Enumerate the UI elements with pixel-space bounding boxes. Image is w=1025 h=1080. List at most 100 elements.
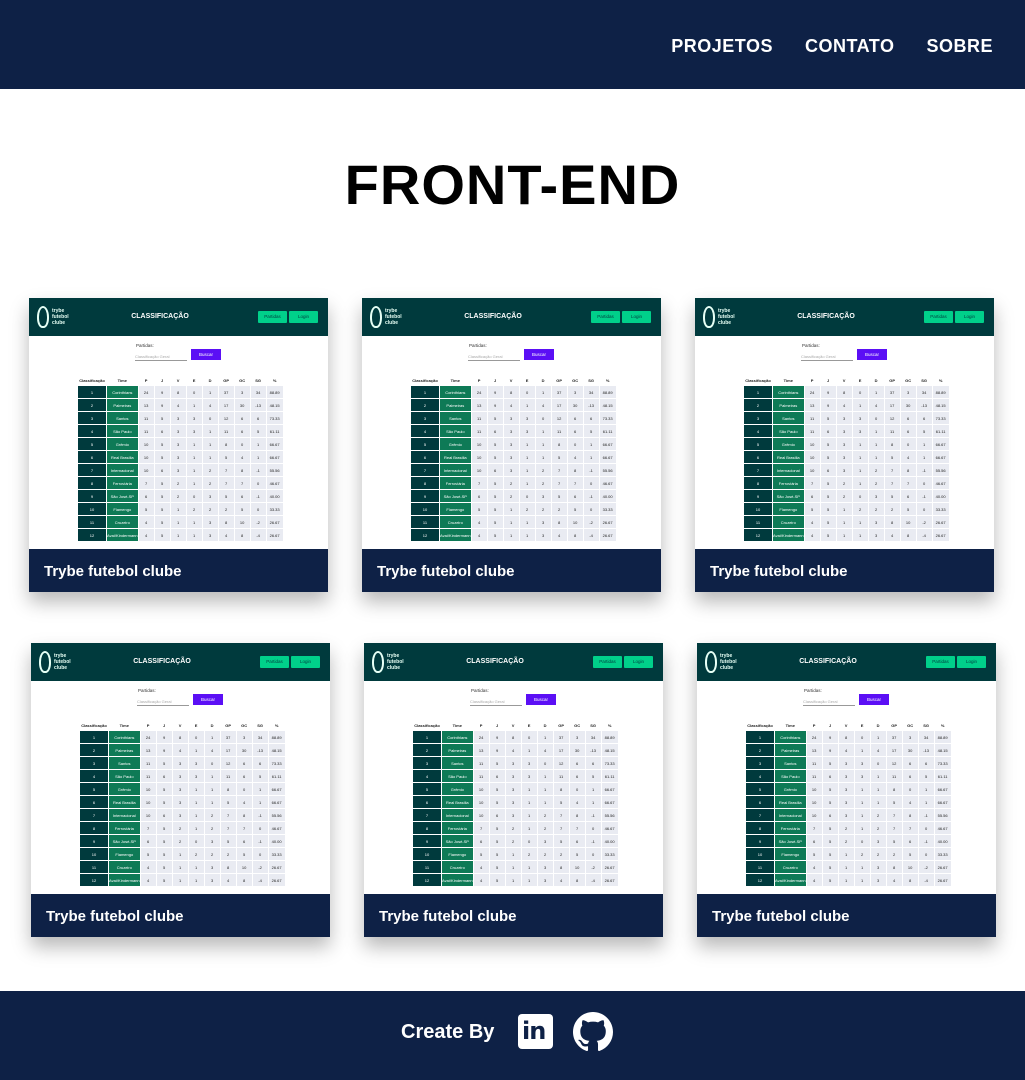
preview-stat-cell: 33.33 (932, 503, 949, 515)
preview-stat-cell: 0 (583, 477, 599, 489)
preview-column-header: D (874, 378, 878, 383)
preview-stat-cell: 66.67 (268, 796, 285, 808)
preview-team-cell: Flamengo (440, 503, 471, 515)
preview-team-cell: Corinthians (775, 731, 806, 743)
preview-stat-cell: 6 (820, 425, 836, 437)
preview-column-header: % (938, 378, 943, 383)
preview-stat-cell: 2 (838, 822, 854, 834)
preview-stat-cell: 3 (537, 874, 553, 886)
preview-stat-cell: 5 (553, 796, 569, 808)
preview-stat-cell: 6 (156, 809, 172, 821)
preview-stat-cell: 1 (186, 477, 202, 489)
preview-stat-cell: 5 (154, 529, 170, 541)
preview-stat-cell: 4 (218, 529, 234, 541)
project-preview-image: trybe futebol clube CLASSIFICAÇÃO Partid… (364, 643, 663, 894)
preview-stat-cell: -4 (583, 529, 599, 541)
github-icon[interactable] (573, 1012, 613, 1052)
preview-rank-cell: 3 (411, 412, 439, 424)
project-card[interactable]: trybe futebol clube CLASSIFICAÇÃO Partid… (29, 298, 328, 592)
preview-column-header: D (543, 723, 547, 728)
project-card[interactable]: trybe futebol clube CLASSIFICAÇÃO Partid… (362, 298, 661, 592)
preview-rank-cell: 7 (744, 464, 772, 476)
preview-column-header: Classificação (79, 378, 105, 383)
preview-stat-cell: 2 (870, 822, 886, 834)
preview-stat-cell: 40.00 (932, 490, 949, 502)
preview-stat-cell: 10 (473, 783, 489, 795)
preview-stat-cell: 0 (902, 783, 918, 795)
preview-stat-cell: 33.33 (268, 848, 285, 860)
preview-stat-cell: 6 (822, 809, 838, 821)
preview-column-header: Time (783, 378, 793, 383)
preview-stat-cell: 11 (138, 425, 154, 437)
preview-stat-cell: 2 (202, 464, 218, 476)
preview-table-row: 12 Avaí/Kindermann 4 5 1 1 3 4 8 -4 26.67 (411, 529, 616, 541)
preview-column-header: GC (574, 723, 581, 728)
preview-stat-cell: 9 (154, 386, 170, 398)
preview-team-cell: Internacional (442, 809, 473, 821)
preview-stat-cell: -4 (250, 529, 266, 541)
preview-logo-line: clube (720, 665, 734, 671)
preview-stat-cell: 1 (172, 848, 188, 860)
preview-column-header: GC (907, 723, 914, 728)
preview-stat-cell: 26.67 (268, 874, 285, 886)
preview-stat-cell: 1 (521, 874, 537, 886)
preview-stat-cell: 5 (154, 412, 170, 424)
preview-stat-cell: 1 (186, 399, 202, 411)
preview-stat-cell: 9 (822, 731, 838, 743)
preview-stat-cell: 5 (820, 490, 836, 502)
preview-stat-cell: 26.67 (601, 874, 618, 886)
preview-stat-cell: 8 (567, 529, 583, 541)
preview-stat-cell: 4 (836, 399, 852, 411)
preview-table-row: 4 São Paulo 11 6 3 3 1 11 6 5 61.11 (413, 770, 618, 782)
preview-stat-cell: 4 (236, 796, 252, 808)
preview-stat-cell: 1 (188, 874, 204, 886)
preview-stat-cell: 8 (836, 386, 852, 398)
preview-stat-cell: 6 (236, 835, 252, 847)
preview-stat-cell: 2 (852, 503, 868, 515)
preview-stat-cell: 4 (806, 874, 822, 886)
nav-projetos-link[interactable]: PROJETOS (671, 36, 773, 57)
preview-stat-cell: 1 (535, 438, 551, 450)
preview-column-header: P (144, 378, 148, 383)
project-card[interactable]: trybe futebol clube CLASSIFICAÇÃO Partid… (31, 643, 330, 937)
preview-rank-cell: 9 (413, 835, 441, 847)
preview-stat-cell: 2 (521, 848, 537, 860)
project-card[interactable]: trybe futebol clube CLASSIFICAÇÃO Partid… (695, 298, 994, 592)
preview-stat-cell: 2 (204, 848, 220, 860)
preview-stat-cell: 1 (535, 425, 551, 437)
nav-contato-link[interactable]: CONTATO (805, 36, 895, 57)
preview-stat-cell: 1 (854, 822, 870, 834)
preview-stat-cell: 5 (902, 848, 918, 860)
project-card[interactable]: trybe futebol clube CLASSIFICAÇÃO Partid… (697, 643, 996, 937)
preview-stat-cell: 3 (170, 451, 186, 463)
preview-team-cell: Cruzeiro (775, 861, 806, 873)
preview-stat-cell: 30 (567, 399, 583, 411)
preview-stat-cell: 17 (884, 399, 900, 411)
preview-stat-cell: -1 (916, 464, 932, 476)
preview-team-cell: Grêmio (109, 783, 140, 795)
preview-stat-cell: -13 (585, 744, 601, 756)
preview-stat-cell: 0 (868, 412, 884, 424)
preview-stat-cell: 3 (838, 757, 854, 769)
preview-stat-cell: 1 (868, 438, 884, 450)
preview-stat-cell: 88.89 (268, 731, 285, 743)
preview-stat-cell: 61.11 (599, 425, 616, 437)
project-card[interactable]: trybe futebol clube CLASSIFICAÇÃO Partid… (364, 643, 663, 937)
linkedin-icon[interactable]: in (518, 1014, 553, 1049)
preview-stat-cell: 1 (186, 464, 202, 476)
preview-stat-cell: 11 (473, 757, 489, 769)
nav-sobre-link[interactable]: SOBRE (926, 36, 993, 57)
preview-stat-cell: 55.56 (266, 464, 283, 476)
preview-stat-cell: 6 (569, 757, 585, 769)
preview-stat-cell: -1 (252, 835, 268, 847)
preview-column-header: GC (572, 378, 579, 383)
preview-stat-cell: 1 (186, 516, 202, 528)
preview-stat-cell: 46.67 (932, 477, 949, 489)
preview-stat-cell: 33.33 (599, 503, 616, 515)
preview-table-row: 5 Grêmio 10 5 3 1 1 8 0 1 66.67 (744, 438, 949, 450)
preview-team-cell: Santos (773, 412, 804, 424)
preview-stat-cell: 5 (820, 503, 836, 515)
preview-stat-cell: 3 (202, 516, 218, 528)
preview-rank-cell: 6 (80, 796, 108, 808)
preview-stat-cell: 17 (886, 744, 902, 756)
